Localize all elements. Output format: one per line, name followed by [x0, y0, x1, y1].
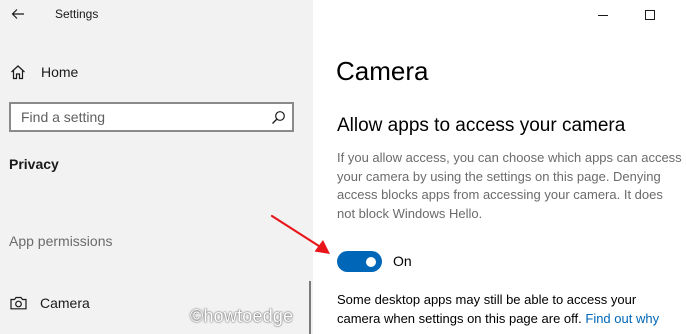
page-title: Camera [336, 56, 429, 86]
annotation-arrow [270, 214, 330, 254]
desktop-apps-note: Some desktop apps may still be able to a… [337, 291, 682, 328]
nav-item-home[interactable]: Home [8, 58, 298, 86]
nav-group-label: App permissions [9, 233, 113, 249]
settings-window: Settings Home Privacy App permissions [0, 0, 686, 334]
app-title: Settings [55, 7, 99, 21]
toggle-knob [366, 256, 376, 267]
toggle-state-label: On [393, 253, 412, 269]
back-arrow-icon [11, 9, 24, 19]
camera-icon [8, 293, 28, 313]
watermark: ©howtoedge [190, 306, 294, 326]
navigation-pane: Settings Home Privacy App permissions [0, 0, 313, 334]
access-description: If you allow access, you can choose whic… [337, 150, 682, 221]
nav-scrollbar[interactable] [309, 281, 311, 334]
nav-item-camera-label: Camera [40, 295, 90, 311]
maximize-icon [645, 10, 655, 20]
section-title: Allow apps to access your camera [337, 115, 626, 136]
home-icon [8, 62, 28, 82]
camera-access-toggle[interactable] [337, 251, 382, 272]
minimize-button[interactable] [588, 2, 618, 28]
back-button[interactable] [6, 2, 30, 26]
search-box [9, 102, 294, 132]
minimize-icon [598, 15, 608, 16]
nav-section-heading: Privacy [9, 156, 59, 172]
maximize-button[interactable] [635, 2, 665, 28]
search-input[interactable] [11, 104, 261, 130]
find-out-why-link[interactable]: Find out why [585, 311, 659, 326]
search-icon[interactable] [268, 107, 288, 127]
nav-item-home-label: Home [41, 64, 79, 80]
